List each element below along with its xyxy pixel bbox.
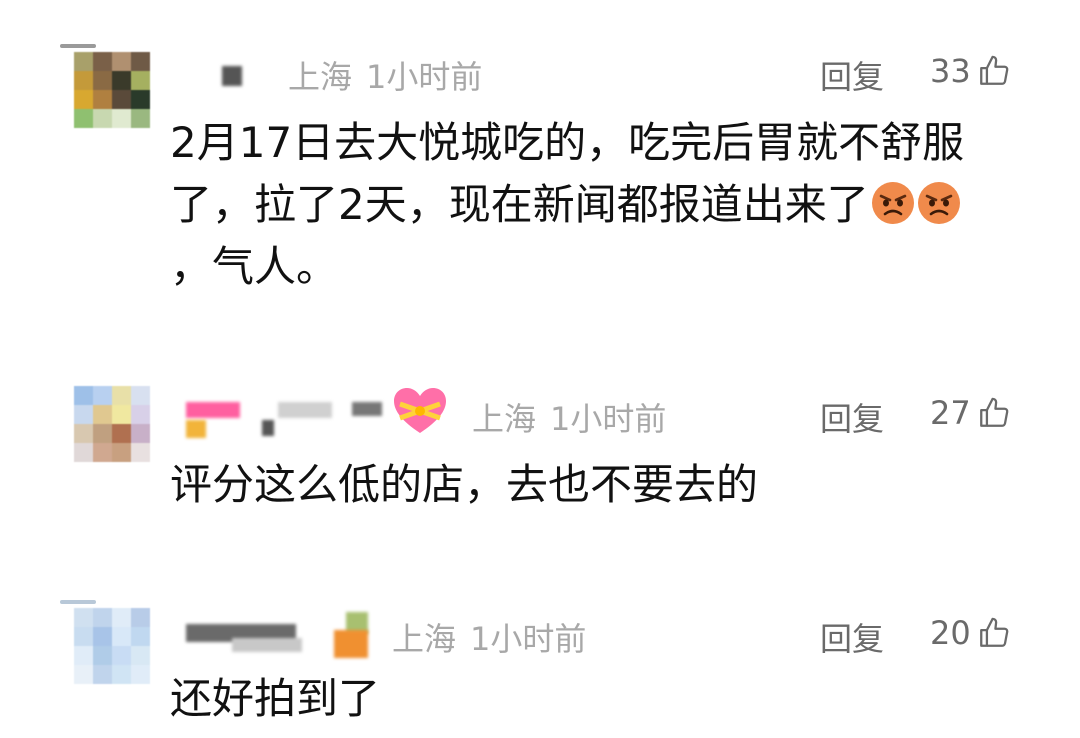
like-button[interactable]: 20: [930, 614, 1011, 652]
comment-meta: 上海 1小时前: [288, 52, 482, 98]
location-text: 上海: [392, 620, 457, 658]
reply-button[interactable]: 回复: [820, 614, 884, 660]
angry-face-icon: [917, 182, 960, 224]
comment-line-with-emoji: 了，拉了2天，现在新闻都报道出来了: [170, 174, 1010, 236]
like-count: 20: [930, 614, 971, 652]
thumbs-up-icon: [979, 397, 1009, 427]
avatar-frame-edge: [60, 44, 96, 48]
heart-with-ribbon-icon: [394, 388, 446, 433]
comment-meta: 上海 1小时前: [472, 394, 666, 440]
reply-button[interactable]: 回复: [820, 52, 884, 98]
username-redacted-part: [352, 402, 382, 416]
comment-line: 了，拉了2天，现在新闻都报道出来了: [170, 180, 869, 229]
username-redacted[interactable]: [186, 402, 240, 418]
thumbs-up-icon: [979, 55, 1009, 85]
comment-line: 还好拍到了: [170, 674, 381, 723]
thumbs-up-icon: [979, 617, 1009, 647]
username-redacted-part: [186, 420, 206, 438]
username-redacted-part: [232, 638, 302, 652]
comment-text: 评分这么低的店，去也不要去的: [170, 454, 1010, 516]
location-text: 上海: [288, 58, 353, 96]
comment-text: 还好拍到了: [170, 668, 1010, 730]
avatar[interactable]: [74, 608, 150, 684]
comment-line: ，气人。: [170, 242, 339, 291]
username-redacted-part: [278, 402, 332, 418]
reply-button[interactable]: 回复: [820, 394, 884, 440]
avatar[interactable]: [74, 52, 150, 128]
avatar-frame-edge: [60, 600, 96, 604]
timestamp: 1小时前: [550, 400, 667, 438]
username-redacted-part: [262, 420, 274, 436]
like-count: 27: [930, 394, 971, 432]
like-count: 33: [930, 52, 971, 90]
like-button[interactable]: 33: [930, 52, 1011, 90]
avatar[interactable]: [74, 386, 150, 462]
comment-meta: 上海 1小时前: [392, 614, 586, 660]
username-redacted[interactable]: [222, 66, 242, 86]
comment-line: 2月17日去大悦城吃的，吃完后胃就不舒服: [170, 118, 965, 167]
timestamp: 1小时前: [470, 620, 587, 658]
comment-line: 评分这么低的店，去也不要去的: [170, 460, 759, 509]
angry-face-icon: [871, 182, 914, 224]
location-text: 上海: [472, 400, 537, 438]
like-button[interactable]: 27: [930, 394, 1011, 432]
timestamp: 1小时前: [366, 58, 483, 96]
comment-text: 2月17日去大悦城吃的，吃完后胃就不舒服 了，拉了2天，现在新闻都报道出来了 ，…: [170, 112, 1010, 298]
username-redacted-part: [334, 630, 368, 658]
